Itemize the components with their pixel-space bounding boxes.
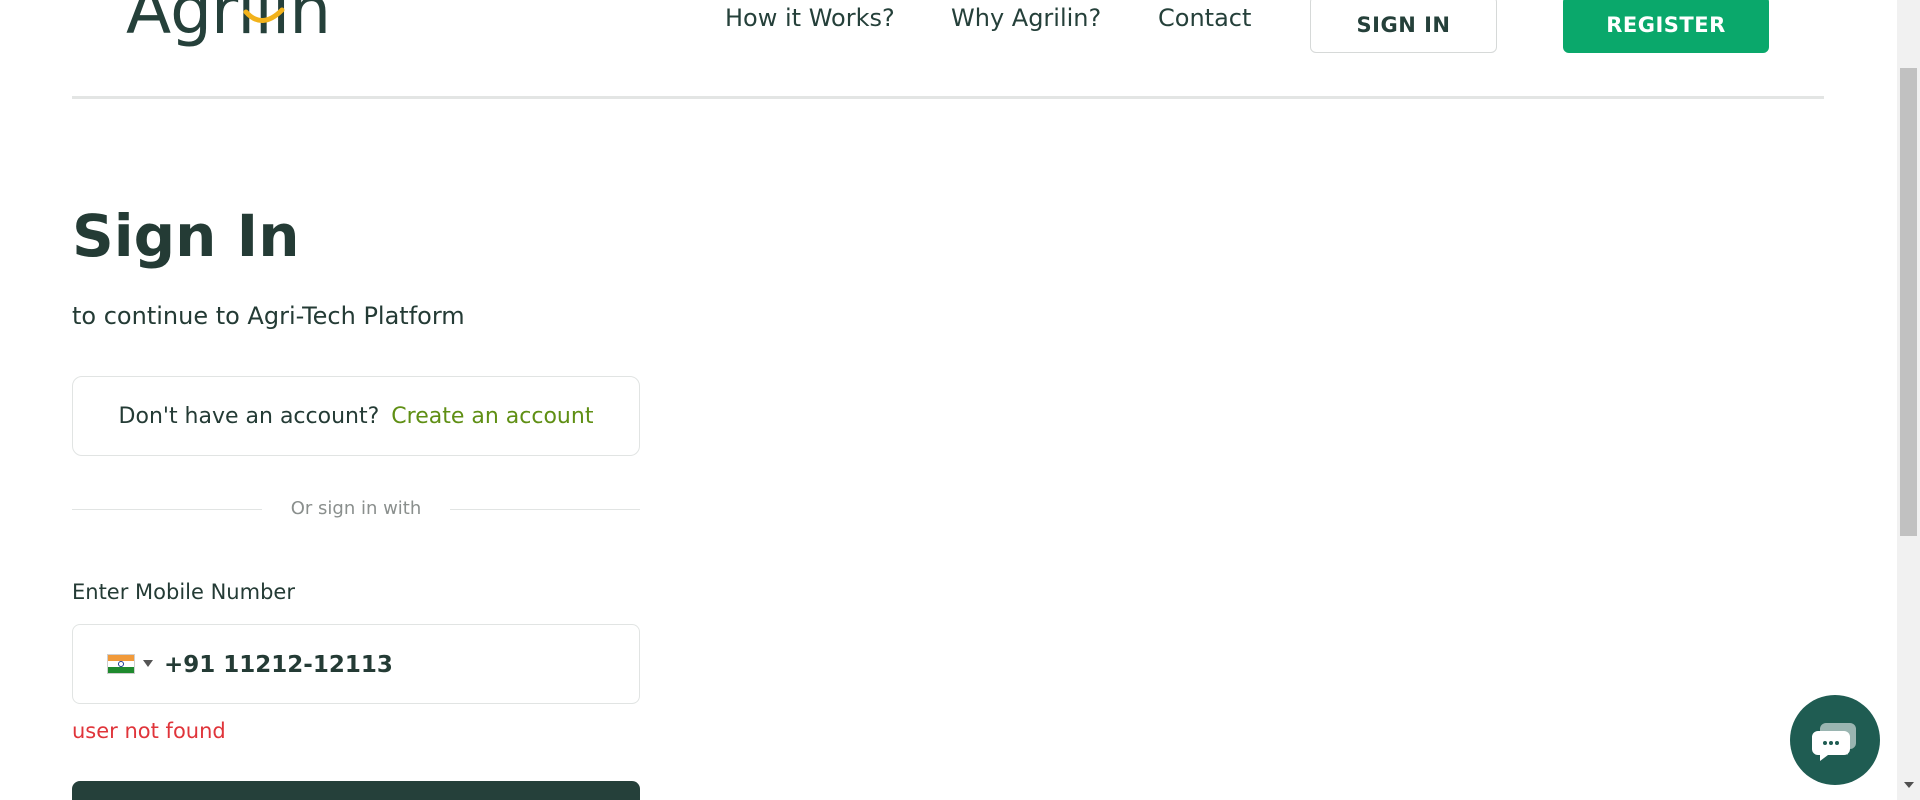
india-flag-icon[interactable] bbox=[107, 654, 135, 674]
or-sign-in-divider: Or sign in with bbox=[72, 498, 640, 522]
divider-line-right bbox=[450, 509, 640, 510]
logo-smile-icon bbox=[243, 7, 285, 23]
error-message: user not found bbox=[72, 719, 226, 743]
page-subtitle: to continue to Agri-Tech Platform bbox=[72, 302, 465, 330]
logo-text: Agrilin bbox=[126, 0, 331, 49]
create-account-link[interactable]: Create an account bbox=[391, 404, 593, 429]
chat-bubble-icon bbox=[1812, 723, 1856, 761]
mobile-number-input[interactable] bbox=[164, 643, 614, 687]
create-account-box: Don't have an account? Create an account bbox=[72, 376, 640, 456]
header-sign-in-button[interactable]: SIGN IN bbox=[1310, 0, 1497, 53]
sign-in-submit-button[interactable] bbox=[72, 781, 640, 800]
page-title: Sign In bbox=[72, 202, 300, 270]
header-register-button[interactable]: REGISTER bbox=[1563, 0, 1769, 53]
chat-widget-button[interactable] bbox=[1790, 695, 1880, 785]
page: Agrilin How it Works? Why Agrilin? Conta… bbox=[0, 0, 1920, 800]
vertical-scrollbar[interactable] bbox=[1897, 0, 1920, 800]
no-account-text: Don't have an account? bbox=[118, 403, 380, 429]
agrilin-logo[interactable]: Agrilin bbox=[126, 0, 331, 44]
mobile-number-label: Enter Mobile Number bbox=[72, 580, 295, 604]
mobile-number-field bbox=[72, 624, 640, 704]
country-dropdown-caret-icon[interactable] bbox=[143, 660, 153, 667]
nav-contact[interactable]: Contact bbox=[1158, 4, 1251, 32]
scrollbar-thumb[interactable] bbox=[1900, 68, 1917, 536]
nav-why-agrilin[interactable]: Why Agrilin? bbox=[951, 4, 1101, 32]
scroll-down-arrow-icon[interactable] bbox=[1904, 782, 1914, 788]
nav-how-it-works[interactable]: How it Works? bbox=[725, 4, 895, 32]
header-divider bbox=[72, 96, 1824, 99]
